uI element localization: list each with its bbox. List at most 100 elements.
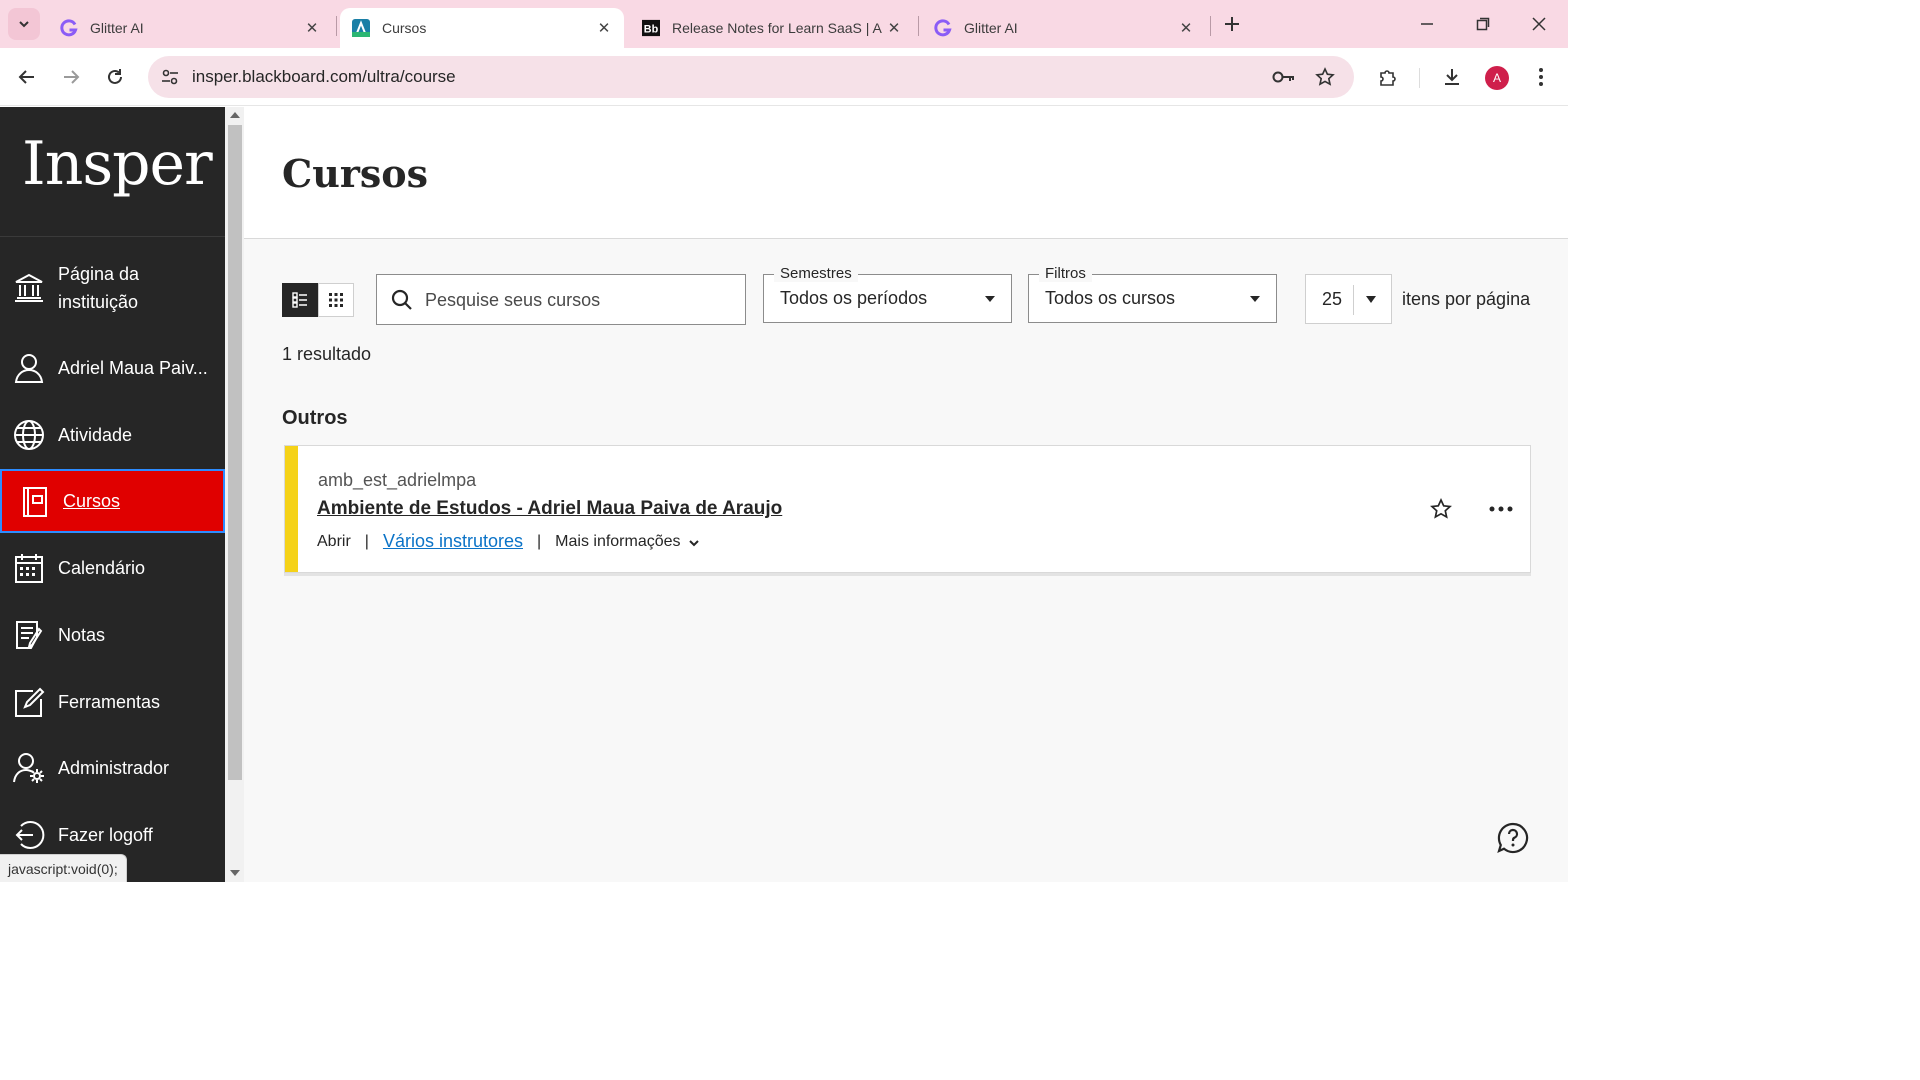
items-per-page-select[interactable]: 25 bbox=[1305, 274, 1392, 324]
page-title: Cursos bbox=[282, 151, 429, 196]
browser-tab-release-notes[interactable]: Bb Release Notes for Learn SaaS | A ✕ bbox=[630, 8, 914, 48]
close-icon[interactable]: ✕ bbox=[884, 18, 904, 38]
glitter-icon bbox=[934, 19, 952, 37]
browser-tab-glitter-1[interactable]: Glitter AI ✕ bbox=[48, 8, 332, 48]
instructors-link[interactable]: Vários instrutores bbox=[383, 531, 523, 552]
password-key-icon[interactable] bbox=[1270, 65, 1298, 89]
tools-icon bbox=[12, 685, 46, 719]
scrollbar-thumb[interactable] bbox=[228, 125, 242, 780]
sidebar-item-grades[interactable]: Notas bbox=[0, 602, 225, 668]
reload-button[interactable] bbox=[98, 60, 132, 94]
close-window-button[interactable] bbox=[1516, 6, 1562, 42]
section-title: Outros bbox=[282, 407, 348, 429]
view-toggle bbox=[282, 283, 354, 317]
bookmark-star-icon[interactable] bbox=[1312, 64, 1338, 90]
course-color-stripe bbox=[285, 446, 298, 572]
plus-icon bbox=[1225, 17, 1239, 31]
semester-filter[interactable]: Semestres Todos os períodos bbox=[763, 265, 1012, 323]
search-input[interactable] bbox=[425, 287, 725, 313]
logo-area: Insper bbox=[0, 107, 225, 237]
sidebar-item-label: Notas bbox=[58, 625, 106, 645]
tab-title: Glitter AI bbox=[90, 20, 144, 36]
course-card: amb_est_adrielmpa Ambiente de Estudos - … bbox=[284, 445, 1531, 573]
grid-view-button[interactable] bbox=[318, 283, 354, 317]
scroll-down-arrow[interactable] bbox=[230, 870, 240, 876]
page-header: Cursos bbox=[244, 107, 1568, 239]
insper-logo[interactable]: Insper bbox=[22, 129, 213, 199]
course-filter[interactable]: Filtros Todos os cursos bbox=[1028, 265, 1277, 323]
sidebar: Insper Página da instituição Adriel Maua… bbox=[0, 107, 225, 882]
chevron-down-icon bbox=[688, 540, 699, 547]
close-icon[interactable]: ✕ bbox=[594, 18, 614, 38]
address-bar[interactable]: insper.blackboard.com/ultra/course bbox=[148, 56, 1354, 98]
grid-view-icon bbox=[329, 293, 343, 307]
restore-button[interactable] bbox=[1460, 6, 1506, 42]
course-name-link[interactable]: Ambiente de Estudos - Adriel Maua Paiva … bbox=[317, 498, 782, 520]
anthology-icon bbox=[352, 19, 370, 37]
grades-icon bbox=[12, 618, 46, 652]
course-code: amb_est_adrielmpa bbox=[318, 470, 477, 490]
tab-search-button[interactable] bbox=[8, 8, 40, 40]
sidebar-item-activity[interactable]: Atividade bbox=[0, 402, 225, 468]
sidebar-item-label: Adriel Maua Paiv... bbox=[58, 358, 208, 378]
select-divider bbox=[1353, 285, 1354, 315]
scroll-up-arrow[interactable] bbox=[230, 112, 240, 118]
sidebar-item-calendar[interactable]: Calendário bbox=[0, 535, 225, 601]
new-tab-button[interactable] bbox=[1218, 10, 1246, 38]
downloads-button[interactable] bbox=[1437, 62, 1467, 92]
logout-icon bbox=[12, 818, 46, 852]
more-vertical-icon bbox=[1539, 68, 1543, 86]
browser-toolbar: insper.blackboard.com/ultra/course bbox=[0, 48, 1568, 106]
admin-icon bbox=[12, 751, 46, 785]
profile-avatar[interactable]: A bbox=[1485, 66, 1509, 90]
more-info-toggle[interactable]: Mais informações bbox=[555, 533, 700, 551]
minimize-button[interactable] bbox=[1404, 6, 1450, 42]
chevron-down-icon bbox=[19, 21, 29, 28]
course-list-area: Semestres Todos os períodos Filtros Todo… bbox=[244, 239, 1568, 882]
help-icon bbox=[1497, 822, 1529, 854]
sidebar-item-label: Administrador bbox=[58, 758, 170, 778]
download-icon bbox=[1445, 69, 1459, 85]
sidebar-item-label: Fazer logoff bbox=[58, 825, 153, 845]
calendar-icon bbox=[12, 551, 46, 585]
minimize-icon bbox=[1421, 23, 1433, 25]
extensions-button[interactable] bbox=[1373, 62, 1403, 92]
browser-tab-cursos[interactable]: Cursos ✕ bbox=[340, 8, 624, 48]
sidebar-scrollbar[interactable] bbox=[225, 107, 244, 882]
back-button[interactable] bbox=[10, 60, 44, 94]
course-status: Abrir bbox=[317, 532, 351, 550]
site-settings-icon[interactable] bbox=[158, 65, 182, 89]
course-search[interactable] bbox=[376, 274, 746, 325]
sidebar-item-profile[interactable]: Adriel Maua Paiv... bbox=[0, 335, 225, 401]
url-text[interactable]: insper.blackboard.com/ultra/course bbox=[192, 67, 456, 87]
browser-menu-button[interactable] bbox=[1526, 62, 1556, 92]
list-view-button[interactable] bbox=[282, 283, 318, 317]
browser-tab-bar: Glitter AI ✕ Cursos ✕ Bb Release Notes f… bbox=[0, 0, 1568, 48]
restore-icon bbox=[1476, 17, 1490, 31]
more-info-label: Mais informações bbox=[555, 532, 681, 550]
items-per-page-label: itens por página bbox=[1402, 289, 1531, 309]
favorite-star-icon[interactable] bbox=[1429, 497, 1453, 521]
help-button[interactable] bbox=[1495, 820, 1531, 856]
tab-title: Cursos bbox=[382, 20, 427, 36]
tab-divider bbox=[336, 16, 337, 36]
close-icon[interactable]: ✕ bbox=[1176, 18, 1196, 38]
sidebar-item-label: Atividade bbox=[58, 425, 133, 445]
forward-button[interactable] bbox=[54, 60, 88, 94]
sidebar-item-institution[interactable]: Página da instituição bbox=[0, 247, 225, 329]
arrow-right-icon bbox=[64, 70, 80, 84]
more-options-icon[interactable] bbox=[1487, 497, 1515, 521]
course-meta: Abrir | Vários instrutores | Mais inform… bbox=[317, 531, 701, 552]
results-count: 1 resultado bbox=[282, 344, 372, 364]
courses-icon bbox=[18, 485, 52, 519]
sidebar-item-courses[interactable]: Cursos bbox=[0, 469, 225, 533]
sidebar-item-admin[interactable]: Administrador bbox=[0, 735, 225, 801]
sidebar-item-label: Página da instituição bbox=[58, 264, 140, 312]
sidebar-item-label: Cursos bbox=[63, 491, 121, 511]
tab-title: Glitter AI bbox=[964, 20, 1018, 36]
browser-tab-glitter-2[interactable]: Glitter AI ✕ bbox=[922, 8, 1206, 48]
close-icon[interactable]: ✕ bbox=[302, 18, 322, 38]
sidebar-item-tools[interactable]: Ferramentas bbox=[0, 669, 225, 735]
globe-icon bbox=[12, 418, 46, 452]
sidebar-item-label: Calendário bbox=[58, 558, 146, 578]
